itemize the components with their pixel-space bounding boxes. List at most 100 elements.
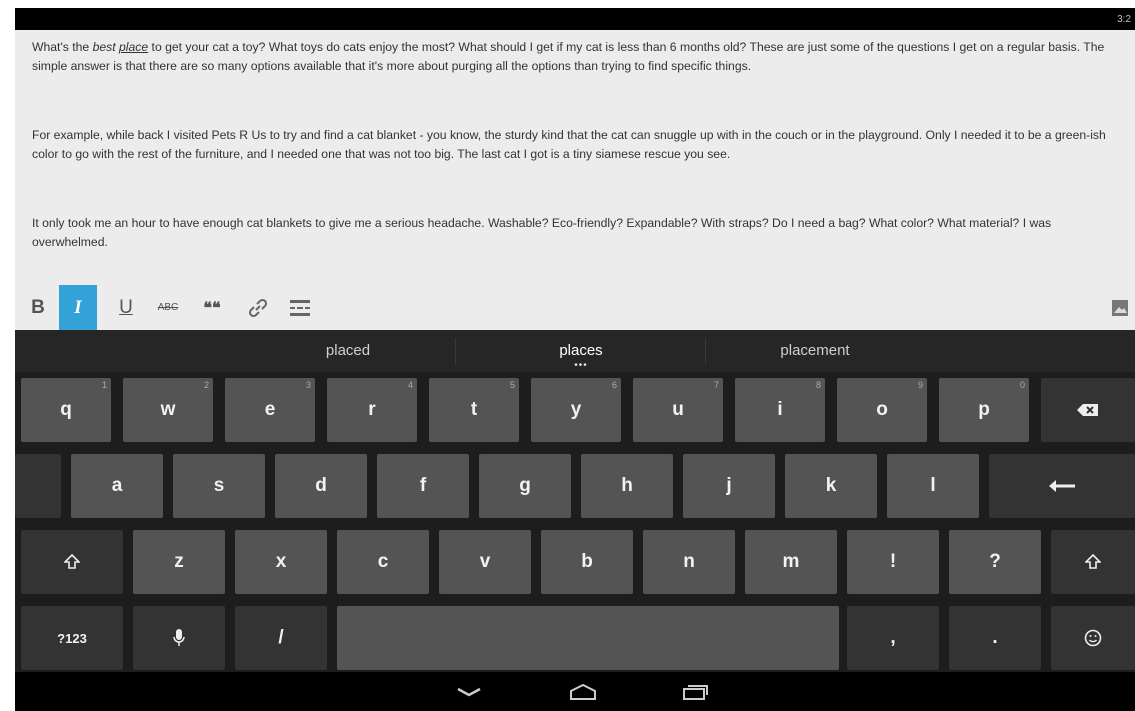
key-space[interactable] [337,606,839,670]
key-v[interactable]: v [439,530,531,594]
tablet-screen: 3:2 What's the best place to get your ca… [15,8,1135,711]
home-button[interactable] [553,672,613,711]
key-t[interactable]: t5 [429,378,519,442]
key-f[interactable]: f [377,454,469,518]
key-question[interactable]: ? [949,530,1041,594]
paragraph-1[interactable]: What's the best place to get your cat a … [32,38,1122,76]
key-g[interactable]: g [479,454,571,518]
key-period[interactable]: . [949,606,1041,670]
key-b[interactable]: b [541,530,633,594]
underline-button[interactable]: U [107,285,145,330]
italic-button[interactable]: I [59,285,97,330]
navigation-bar [15,672,1135,711]
key-l[interactable]: l [887,454,979,518]
suggestion-center[interactable]: places [501,342,661,359]
key-e[interactable]: e3 [225,378,315,442]
recents-button[interactable] [665,672,725,711]
key-x[interactable]: x [235,530,327,594]
format-toolbar: B I U ABC ❝❝ [15,285,1135,330]
key-y[interactable]: y6 [531,378,621,442]
key-o[interactable]: o9 [837,378,927,442]
key-hint: 7 [713,380,719,390]
key-hint: 9 [917,380,923,390]
key-label: o [876,399,888,420]
key-z[interactable]: z [133,530,225,594]
key-exclamation[interactable]: ! [847,530,939,594]
suggestion-left[interactable]: placed [268,342,428,359]
key-p[interactable]: p0 [939,378,1029,442]
key-label: e [264,399,276,420]
key-comma[interactable]: , [847,606,939,670]
paragraph-2[interactable]: For example, while back I visited Pets R… [32,126,1122,164]
key-hint: 5 [509,380,515,390]
paragraph-3[interactable]: It only took me an hour to have enough c… [32,214,1122,252]
key-backspace[interactable] [1041,378,1135,442]
clock: 3:2 [1117,14,1131,25]
key-label: y [570,399,582,420]
key-shift-right[interactable] [1051,530,1135,594]
key-c[interactable]: c [337,530,429,594]
bold-button[interactable]: B [19,285,57,330]
divider [455,338,456,364]
backspace-icon [1077,404,1098,416]
more-button[interactable] [281,285,319,330]
more-suggestions-icon[interactable]: ••• [501,360,661,371]
key-label: w [160,399,176,420]
key-symbols[interactable]: ?123 [21,606,123,670]
shift-icon [64,554,80,569]
back-button[interactable] [439,672,499,711]
key-q[interactable]: q1 [21,378,111,442]
key-label: u [672,399,684,420]
text-run: What's the [32,40,93,54]
key-m[interactable]: m [745,530,837,594]
insert-media-button[interactable] [1105,285,1135,330]
shift-icon [1085,554,1101,569]
microphone-icon [173,629,185,646]
link-icon [248,298,268,317]
key-j[interactable]: j [683,454,775,518]
key-label: r [368,399,376,420]
key-i[interactable]: i8 [735,378,825,442]
key-slash[interactable]: / [235,606,327,670]
image-icon [1112,299,1128,316]
recents-icon [683,684,708,700]
key-s[interactable]: s [173,454,265,518]
key-u[interactable]: u7 [633,378,723,442]
emoji-icon [1084,629,1102,647]
key-hint: 4 [407,380,413,390]
key-n[interactable]: n [643,530,735,594]
italic-word: best [92,40,116,54]
key-r[interactable]: r4 [327,378,417,442]
chevron-down-icon [457,687,481,696]
quote-button[interactable]: ❝❝ [193,285,231,330]
key-emoji[interactable] [1051,606,1135,670]
key-hint: 0 [1019,380,1025,390]
key-a[interactable]: a [71,454,163,518]
key-voice[interactable] [133,606,225,670]
key-hint: 8 [815,380,821,390]
key-shift-left[interactable] [21,530,123,594]
key-k[interactable]: k [785,454,877,518]
divider [705,338,706,364]
strikethrough-button[interactable]: ABC [149,285,187,330]
home-icon [570,683,596,700]
key-hint: 2 [203,380,209,390]
key-label: i [777,399,783,420]
key-spacer-left [15,454,61,518]
keyboard: placed places ••• placement q1 w2 e3 r4 … [15,330,1135,711]
more-tag-icon [290,299,310,316]
composing-word: place [119,40,149,54]
suggestion-strip: placed places ••• placement [15,330,1135,372]
key-enter[interactable] [989,454,1135,518]
key-h[interactable]: h [581,454,673,518]
key-hint: 1 [101,380,107,390]
suggestion-right[interactable]: placement [735,342,895,359]
key-label: t [470,399,478,420]
key-label: q [60,399,72,420]
key-w[interactable]: w2 [123,378,213,442]
key-hint: 3 [305,380,311,390]
key-d[interactable]: d [275,454,367,518]
link-button[interactable] [239,285,277,330]
status-bar: 3:2 [15,8,1135,30]
key-label: p [978,399,990,420]
